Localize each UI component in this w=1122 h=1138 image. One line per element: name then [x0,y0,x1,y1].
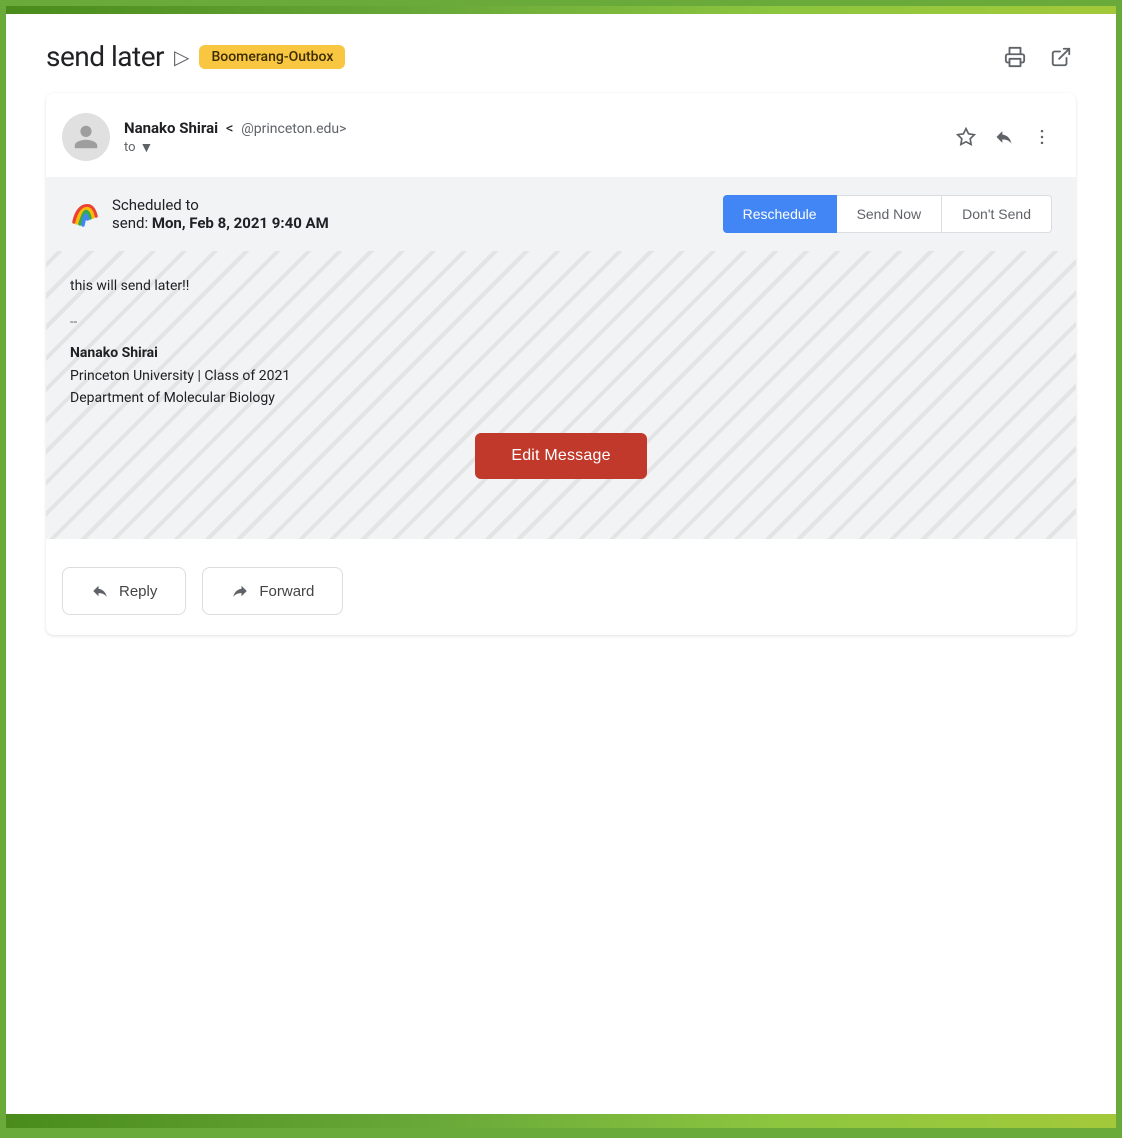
star-button[interactable] [952,123,980,151]
signature-line-2: Department of Molecular Biology [70,387,1052,409]
forward-icon [231,582,249,600]
sender-to-label: to [124,140,136,155]
sender-angle: < [222,119,237,137]
reply-icon [91,582,109,600]
header-row: send later ▷ Boomerang-Outbox [46,32,1076,73]
reply-label: Reply [119,583,157,600]
forward-label: Forward [259,583,314,600]
signature-name: Nanako Shirai [70,342,1052,364]
star-icon [956,127,976,147]
sender-name: Nanako Shirai [124,119,218,137]
boomerang-left: Scheduled to send: Mon, Feb 8, 2021 9:40… [70,196,329,232]
print-button[interactable] [1000,42,1030,72]
reschedule-button[interactable]: Reschedule [723,195,837,233]
message-body: this will send later!! -- Nanako Shirai … [46,251,1076,539]
scheduled-date: Mon, Feb 8, 2021 9:40 AM [152,214,329,232]
chevron-down-icon[interactable]: ▼ [140,139,154,156]
email-card: Nanako Shirai < @princeton.edu> to ▼ [46,93,1076,635]
page-title: send later [46,40,164,73]
reply-header-button[interactable] [990,123,1018,151]
reply-forward-row: Reply Forward [46,539,1076,635]
send-label: send: [112,214,148,232]
sender-email: @princeton.edu> [241,121,346,137]
forward-button[interactable]: Forward [202,567,343,615]
person-icon [72,123,100,151]
sender-name-row: Nanako Shirai < @princeton.edu> [124,119,938,137]
message-text: this will send later!! -- Nanako Shirai … [70,275,1052,409]
boomerang-buttons: Reschedule Send Now Don't Send [723,195,1052,233]
edit-message-button[interactable]: Edit Message [475,433,646,479]
more-options-button[interactable] [1028,123,1056,151]
edit-message-wrapper: Edit Message [70,433,1052,479]
sender-actions [952,123,1056,151]
print-icon [1004,46,1026,68]
boomerang-badge: Boomerang-Outbox [199,45,345,69]
message-body-text: this will send later!! [70,278,189,294]
avatar [62,113,110,161]
sender-row: Nanako Shirai < @princeton.edu> to ▼ [46,93,1076,177]
reply-button[interactable]: Reply [62,567,186,615]
scheduled-label: Scheduled to [112,196,199,214]
green-top-bar [6,6,1116,14]
reply-header-icon [994,127,1014,147]
open-external-button[interactable] [1046,42,1076,72]
boomerang-schedule-text: Scheduled to send: Mon, Feb 8, 2021 9:40… [112,196,329,232]
external-link-icon [1050,46,1072,68]
send-now-button[interactable]: Send Now [837,195,943,233]
signature-line-1: Princeton University | Class of 2021 [70,365,1052,387]
boomerang-brand-icon [70,200,100,228]
boomerang-logo-icon [70,200,100,228]
more-vert-icon [1032,127,1052,147]
sender-info: Nanako Shirai < @princeton.edu> to ▼ [124,119,938,156]
boomerang-panel: Scheduled to send: Mon, Feb 8, 2021 9:40… [46,177,1076,251]
dont-send-button[interactable]: Don't Send [942,195,1052,233]
message-separator: -- [70,313,1052,334]
arrow-icon: ▷ [174,45,189,69]
green-bottom-bar [6,1114,1116,1128]
header-icons [1000,42,1076,72]
sender-to-row: to ▼ [124,139,938,156]
